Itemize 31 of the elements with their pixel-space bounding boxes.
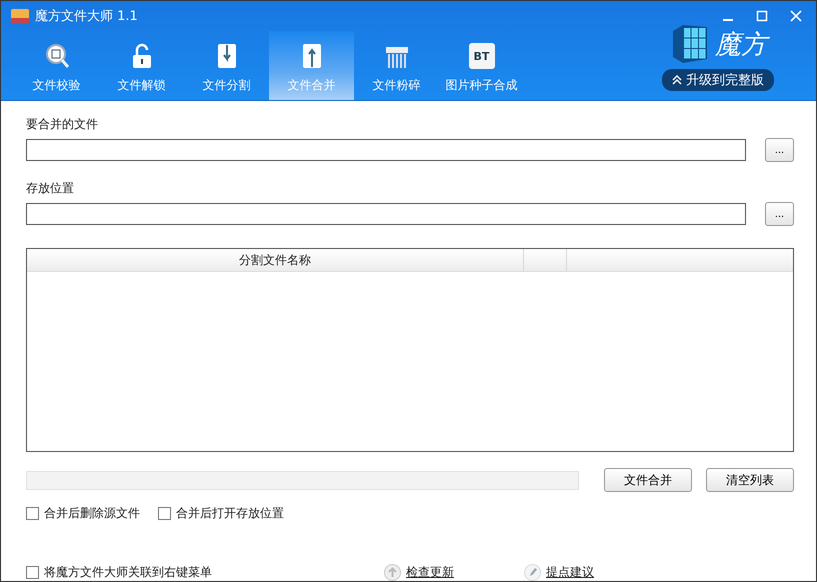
app-icon <box>11 9 29 23</box>
toolbar-tab[interactable]: 文件粉碎 <box>354 31 439 100</box>
path-field[interactable] <box>26 203 746 225</box>
toolbar-tab[interactable]: 文件校验 <box>14 31 99 100</box>
browse-button[interactable]: ... <box>765 138 794 162</box>
toolbar-tab[interactable]: 文件解锁 <box>99 31 184 100</box>
action-button[interactable]: 文件合并 <box>604 468 692 492</box>
option-checkbox[interactable]: 合并后删除源文件 <box>26 505 140 522</box>
bt-icon: BT <box>468 43 494 69</box>
close-icon[interactable] <box>790 10 802 22</box>
upgrade-button[interactable]: 升级到完整版 <box>662 69 774 91</box>
double-chevron-icon <box>672 75 682 85</box>
checkbox[interactable] <box>26 566 39 579</box>
path-field[interactable] <box>26 139 746 161</box>
browse-button[interactable]: ... <box>765 202 794 226</box>
window-title: 魔方文件大师 1.1 <box>35 8 138 25</box>
column-header: 分割文件名称 <box>27 249 524 271</box>
upload-icon <box>384 564 401 581</box>
toolbar-tab[interactable]: 文件分割 <box>184 31 269 100</box>
maximize-icon[interactable] <box>756 10 768 22</box>
toolbar-tab[interactable]: BT 图片种子合成 <box>439 31 524 100</box>
checkbox[interactable] <box>158 507 171 520</box>
footer-link[interactable]: 检查更新 <box>384 564 454 581</box>
checkbox[interactable] <box>26 507 39 520</box>
file-list[interactable]: 分割文件名称 <box>26 248 794 452</box>
magnifier-icon <box>44 43 70 69</box>
field-label: 要合并的文件 <box>26 116 99 133</box>
footer-link[interactable]: 提点建议 <box>524 564 594 581</box>
action-button[interactable]: 清空列表 <box>706 468 794 492</box>
checkbox-label: 合并后删除源文件 <box>44 505 140 522</box>
field-label: 存放位置 <box>26 180 75 197</box>
